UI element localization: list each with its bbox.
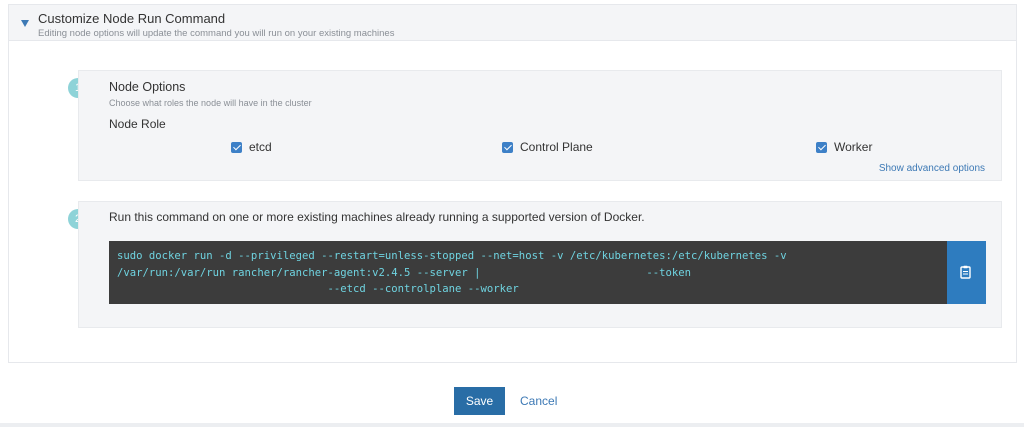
worker-label: Worker — [834, 140, 873, 154]
cancel-button[interactable]: Cancel — [520, 387, 557, 415]
footer-divider — [0, 423, 1024, 427]
show-advanced-options-link[interactable]: Show advanced options — [879, 163, 985, 174]
control-plane-checkbox[interactable]: Control Plane — [502, 140, 593, 154]
section-title[interactable]: Customize Node Run Command — [38, 11, 225, 26]
command-line: --etcd --controlplane --worker — [117, 283, 519, 295]
section-subtitle: Editing node options will update the com… — [38, 28, 395, 39]
run-command-instruction: Run this command on one or more existing… — [109, 210, 645, 224]
check-icon[interactable] — [502, 141, 513, 153]
copy-icon — [960, 265, 971, 279]
command-box[interactable]: sudo docker run -d --privileged --restar… — [109, 241, 947, 304]
copy-command-button[interactable] — [947, 241, 986, 304]
check-icon[interactable] — [816, 141, 827, 153]
node-options-subtitle: Choose what roles the node will have in … — [109, 98, 312, 108]
command-line: /var/run:/var/run rancher/rancher-agent:… — [117, 266, 692, 279]
command-line: sudo docker run -d --privileged --restar… — [117, 250, 787, 262]
node-options-title: Node Options — [109, 80, 186, 94]
save-button[interactable]: Save — [454, 387, 505, 415]
etcd-label: etcd — [249, 140, 272, 154]
worker-checkbox[interactable]: Worker — [816, 140, 872, 154]
node-role-label: Node Role — [109, 117, 166, 131]
command-text[interactable]: sudo docker run -d --privileged --restar… — [117, 248, 787, 298]
etcd-checkbox[interactable]: etcd — [231, 140, 272, 154]
control-plane-label: Control Plane — [520, 140, 593, 154]
caret-down-icon[interactable] — [21, 20, 29, 27]
check-icon[interactable] — [231, 141, 242, 153]
section-header[interactable]: Customize Node Run Command Editing node … — [9, 5, 1016, 41]
node-options-panel: Node Options Choose what roles the node … — [78, 70, 1002, 181]
run-command-panel: Run this command on one or more existing… — [78, 201, 1002, 328]
